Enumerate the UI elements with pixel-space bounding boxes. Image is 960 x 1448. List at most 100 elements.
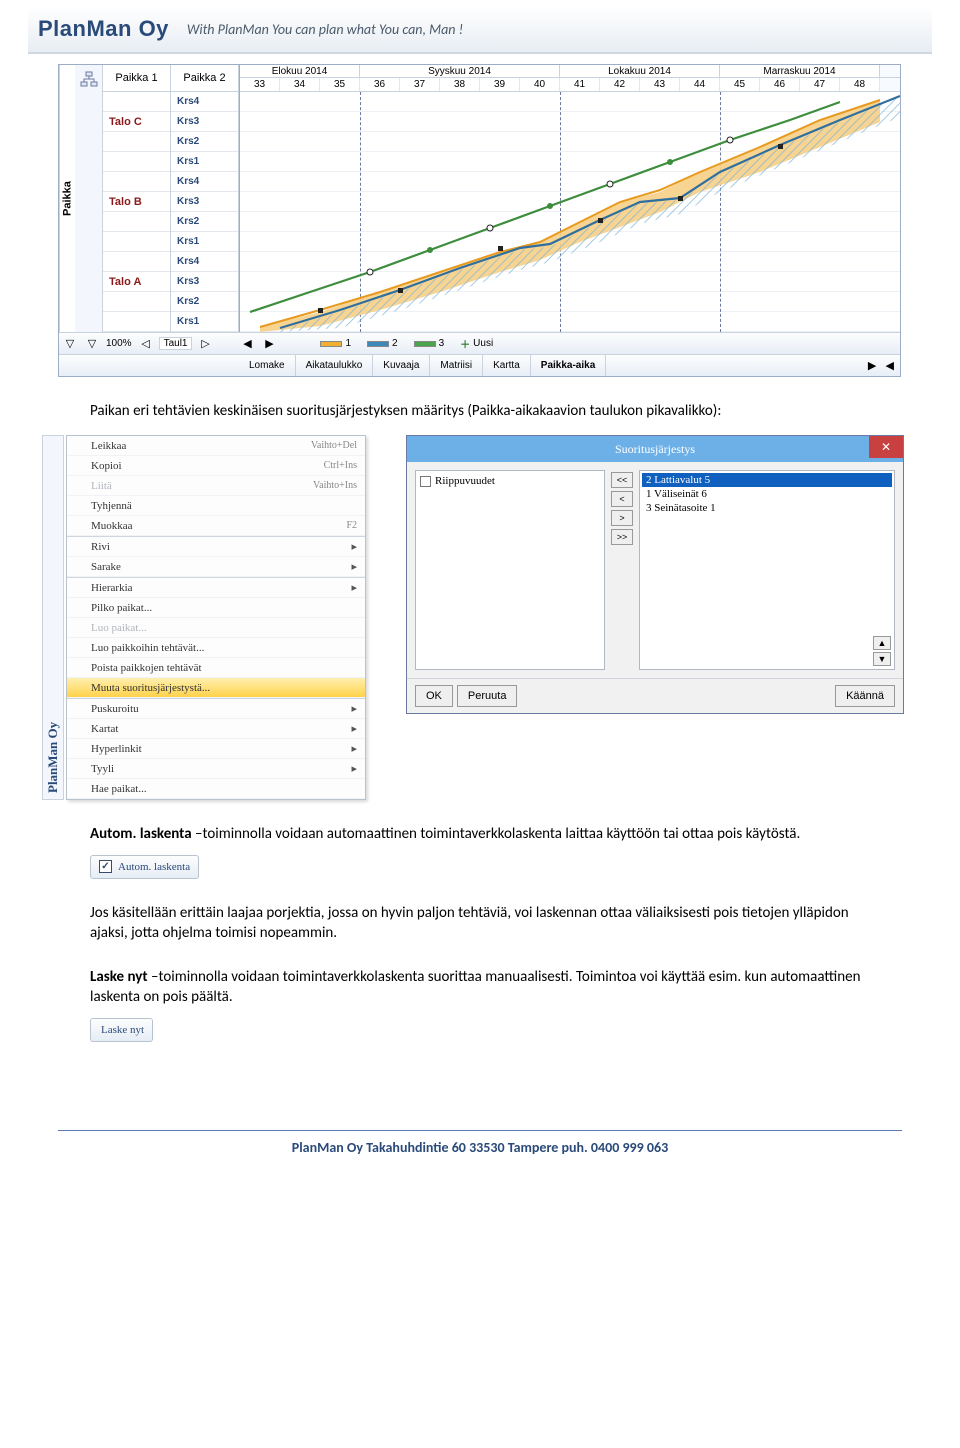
paragraph-2: Autom. laskenta –toiminnolla voidaan aut… [90, 824, 870, 844]
week-header: 35 [320, 78, 360, 91]
suoritusjarjestys-dialog: Suoritusjärjestys ✕ Riippuvuudet <<<>>> … [406, 435, 904, 714]
flip-button[interactable]: Käännä [835, 685, 895, 707]
week-header: 46 [760, 78, 800, 91]
axis-label-paikka: Paikka [59, 65, 75, 332]
ctx-item[interactable]: Sarake▸ [67, 557, 365, 577]
talo-a-label[interactable]: Talo A [103, 272, 170, 292]
move-btn[interactable]: < [611, 491, 633, 507]
view-tab-paikka-aika[interactable]: Paikka-aika [531, 355, 607, 376]
context-menu: LeikkaaVaihto+DelKopioiCtrl+InsLiitäVaih… [66, 435, 366, 800]
dialog-title-bar[interactable]: Suoritusjärjestys ✕ [407, 436, 903, 462]
ctx-item[interactable]: Tyhjennä [67, 496, 365, 516]
month-header: Lokakuu 2014 [560, 65, 720, 77]
week-header: 48 [840, 78, 880, 91]
move-btn[interactable]: << [611, 472, 633, 488]
ctx-item[interactable]: Hyperlinkit▸ [67, 739, 365, 759]
ctx-item[interactable]: MuokkaaF2 [67, 516, 365, 536]
autom-laskenta-button[interactable]: ✓Autom. laskenta [90, 855, 199, 879]
ctx-item[interactable]: Puskuroitu▸ [67, 699, 365, 719]
nav-left-icon[interactable]: ◁ [135, 335, 157, 353]
order-list-item[interactable]: 2 Lattiavalut 5 [642, 473, 892, 487]
zoom-value[interactable]: 100% [103, 338, 135, 349]
scroll-right-icon[interactable]: ▶ [258, 335, 280, 353]
week-header: 39 [480, 78, 520, 91]
gantt-panel: Paikka Paikka 1 Paikka 2 Talo C Talo B [58, 64, 901, 377]
ctx-item[interactable]: Hierarkia▸ [67, 578, 365, 598]
ctx-item[interactable]: Pilko paikat... [67, 598, 365, 618]
col-header-paikka1[interactable]: Paikka 1 [103, 65, 171, 92]
ctx-item[interactable]: Luo paikkoihin tehtävät... [67, 638, 365, 658]
paragraph-4: Laske nyt –toiminnolla voidaan toimintav… [90, 967, 870, 1008]
legend-3: 3 [414, 338, 445, 349]
week-header: 45 [720, 78, 760, 91]
chart-svg [240, 92, 900, 332]
view-tab-matriisi[interactable]: Matriisi [430, 355, 483, 376]
gantt-toolbar: ▽ ▽ 100% ◁ Taul1 ▷ ◀ ▶ 1 2 3 ＋Uusi [59, 332, 900, 354]
ctx-item[interactable]: KopioiCtrl+Ins [67, 456, 365, 476]
ctx-item[interactable]: Kartat▸ [67, 719, 365, 739]
week-header: 43 [640, 78, 680, 91]
riippuvuudet-checkbox[interactable]: Riippuvuudet [420, 475, 600, 487]
view-tab-kartta[interactable]: Kartta [483, 355, 531, 376]
brand-header: PlanMan Oy With PlanMan You can plan wha… [28, 6, 932, 54]
talo-b-label[interactable]: Talo B [103, 192, 170, 212]
ctx-item[interactable]: Hae paikat... [67, 779, 365, 799]
legend-new[interactable]: ＋Uusi [460, 336, 493, 351]
move-up-button[interactable]: ▲ [873, 636, 891, 650]
footer-text: PlanMan Oy Takahuhdintie 60 33530 Tamper… [0, 1139, 960, 1156]
talo-column: Talo C Talo B Talo A [103, 92, 171, 332]
paragraph-1: Paikan eri tehtävien keskinäisen suoritu… [90, 401, 870, 421]
move-btn[interactable]: >> [611, 529, 633, 545]
week-header: 34 [280, 78, 320, 91]
ctx-item[interactable]: Muuta suoritusjärjestystä... [67, 678, 365, 698]
ctx-item: Luo paikat... [67, 618, 365, 638]
scroll-left-icon[interactable]: ◀ [236, 335, 258, 353]
legend-2: 2 [367, 338, 398, 349]
dialog-left-list[interactable]: Riippuvuudet [415, 470, 605, 670]
hierarchy-icon[interactable] [75, 65, 103, 332]
laske-nyt-button[interactable]: Laske nyt [90, 1018, 153, 1042]
ctx-item[interactable]: Tyyli▸ [67, 759, 365, 779]
taul-tab[interactable]: Taul1 [159, 337, 193, 350]
dialog-title: Suoritusjärjestys [615, 442, 695, 457]
cancel-button[interactable]: Peruuta [457, 685, 518, 707]
order-list-item[interactable]: 1 Väliseinät 6 [642, 487, 892, 501]
legend-1: 1 [320, 338, 351, 349]
view-tab-kuvaaja[interactable]: Kuvaaja [373, 355, 430, 376]
ctx-item[interactable]: LeikkaaVaihto+Del [67, 436, 365, 456]
week-header: 37 [400, 78, 440, 91]
view-tab-lomake[interactable]: Lomake [239, 355, 296, 376]
filter-yellow-icon[interactable]: ▽ [59, 335, 81, 353]
month-header: Syyskuu 2014 [360, 65, 560, 77]
week-header: 41 [560, 78, 600, 91]
month-header: Marraskuu 2014 [720, 65, 880, 77]
paikka-aika-chart[interactable] [240, 92, 900, 332]
week-header: 36 [360, 78, 400, 91]
move-down-button[interactable]: ▼ [873, 652, 891, 666]
move-btn[interactable]: > [611, 510, 633, 526]
week-header: 40 [520, 78, 560, 91]
filter-blue-icon[interactable]: ▽ [81, 335, 103, 353]
col-header-paikka2[interactable]: Paikka 2 [171, 65, 239, 92]
dialog-right-list[interactable]: 2 Lattiavalut 51 Väliseinät 63 Seinätaso… [639, 470, 895, 670]
week-header: 44 [680, 78, 720, 91]
week-header: 47 [800, 78, 840, 91]
nav-right-icon[interactable]: ▷ [194, 335, 216, 353]
close-icon[interactable]: ✕ [869, 436, 903, 458]
talo-c-label[interactable]: Talo C [103, 112, 170, 132]
ctx-item[interactable]: Rivi▸ [67, 537, 365, 557]
ctx-item[interactable]: Poista paikkojen tehtävät [67, 658, 365, 678]
month-header: Elokuu 2014 [240, 65, 360, 77]
week-header: 42 [600, 78, 640, 91]
view-tab-aikataulukko[interactable]: Aikataulukko [296, 355, 374, 376]
ok-button[interactable]: OK [415, 685, 453, 707]
ctx-side-label: PlanMan Oy [42, 435, 64, 800]
footer-divider [58, 1130, 902, 1131]
dialog-move-buttons: <<<>>> [611, 470, 633, 670]
week-header-row: 33343536373839404142434445464748 [240, 78, 900, 92]
order-list-item[interactable]: 3 Seinätasoite 1 [642, 501, 892, 515]
week-header: 33 [240, 78, 280, 91]
brand-logo: PlanMan Oy [38, 16, 169, 42]
paragraph-3: Jos käsitellään erittäin laajaa porjekti… [90, 903, 870, 944]
krs-column: Krs4 Krs3 Krs2 Krs1 Krs4 Krs3 Krs2 Krs1 … [171, 92, 239, 332]
